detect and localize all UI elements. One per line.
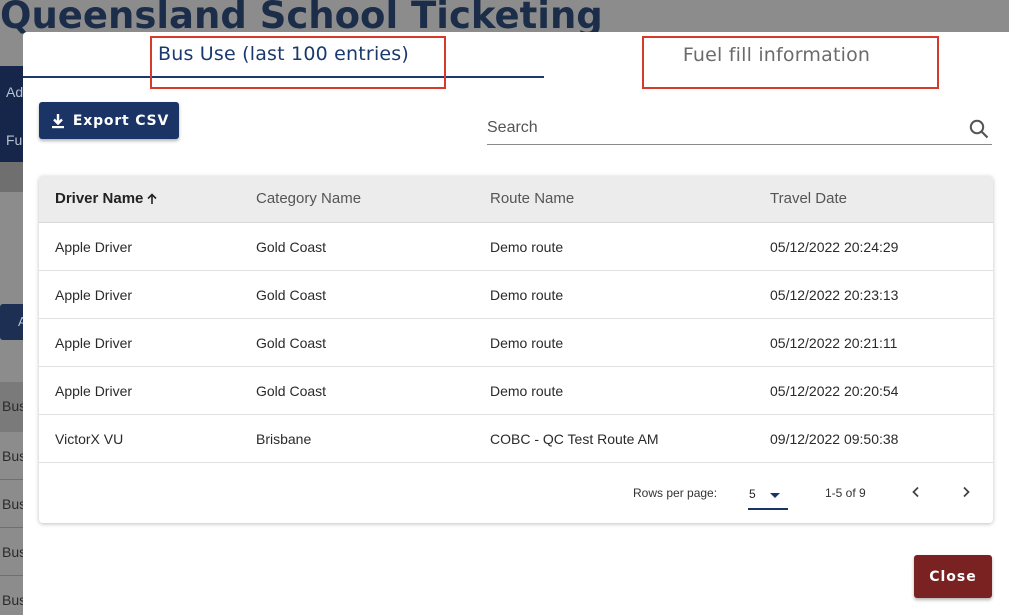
table-pagination: Rows per page: 5 1-5 of 9 (39, 464, 993, 523)
cell-category-name: Gold Coast (256, 335, 327, 351)
dialog-tabs: Bus Use (last 100 entries) Fuel fill inf… (23, 32, 1009, 80)
chevron-left-icon (912, 486, 919, 498)
cell-driver-name: Apple Driver (55, 383, 133, 399)
column-header-travel-date[interactable]: Travel Date (770, 190, 847, 207)
cell-driver-name: Apple Driver (55, 335, 133, 351)
chevron-right-icon (963, 486, 970, 498)
cell-travel-date: 05/12/2022 20:20:54 (770, 383, 899, 399)
search-field (487, 112, 992, 145)
tab-bus-use[interactable]: Bus Use (last 100 entries) (23, 32, 544, 78)
column-header-route-name[interactable]: Route Name (490, 190, 574, 207)
rows-per-page-label: Rows per page: (633, 486, 718, 500)
search-input[interactable] (487, 116, 957, 140)
cell-driver-name: Apple Driver (55, 287, 133, 303)
cell-travel-date: 05/12/2022 20:24:29 (770, 239, 899, 255)
next-page-button[interactable] (954, 480, 978, 504)
tab-fuel-fill[interactable]: Fuel fill information (544, 32, 1009, 78)
cell-travel-date: 09/12/2022 09:50:38 (770, 431, 899, 447)
cell-route-name: COBC - QC Test Route AM (490, 431, 659, 447)
nav-item: Ad (6, 84, 24, 100)
bus-use-table: Driver Name Category Name Route Name Tra… (39, 176, 993, 523)
cell-driver-name: VictorX VU (55, 431, 124, 447)
rows-per-page-value: 5 (749, 487, 756, 501)
cell-category-name: Gold Coast (256, 287, 327, 303)
cell-driver-name: Apple Driver (55, 239, 133, 255)
previous-page-button[interactable] (904, 480, 928, 504)
table-row[interactable]: Apple Driver Gold Coast Demo route 05/12… (39, 319, 993, 367)
table-row[interactable]: Apple Driver Gold Coast Demo route 05/12… (39, 223, 993, 271)
pagination-range: 1-5 of 9 (825, 486, 866, 500)
cell-route-name: Demo route (490, 287, 564, 303)
nav-item: Fu (6, 132, 23, 148)
arrow-up-icon (147, 192, 157, 204)
cell-route-name: Demo route (490, 239, 564, 255)
column-header-category-name[interactable]: Category Name (256, 190, 361, 207)
cell-travel-date: 05/12/2022 20:23:13 (770, 287, 899, 303)
export-csv-button[interactable]: Export CSV (39, 102, 179, 139)
table-row[interactable]: Apple Driver Gold Coast Demo route 05/12… (39, 271, 993, 319)
cell-category-name: Gold Coast (256, 239, 327, 255)
cell-category-name: Gold Coast (256, 383, 327, 399)
table-row[interactable]: Apple Driver Gold Coast Demo route 05/12… (39, 367, 993, 415)
column-header-driver-name[interactable]: Driver Name (55, 190, 159, 207)
cell-route-name: Demo route (490, 383, 564, 399)
bus-use-dialog: Bus Use (last 100 entries) Fuel fill inf… (23, 32, 1009, 615)
table-header: Driver Name Category Name Route Name Tra… (39, 176, 993, 223)
search-icon[interactable] (968, 118, 990, 140)
rows-per-page-select[interactable]: 5 (748, 478, 788, 510)
column-header-label: Driver Name (55, 190, 144, 207)
export-csv-label: Export CSV (72, 112, 170, 129)
cell-route-name: Demo route (490, 335, 564, 351)
close-button[interactable]: Close (914, 555, 992, 598)
cell-category-name: Brisbane (256, 431, 312, 447)
caret-down-icon (770, 493, 780, 498)
cell-travel-date: 05/12/2022 20:21:11 (770, 335, 898, 351)
download-icon (51, 113, 64, 128)
table-row[interactable]: VictorX VU Brisbane COBC - QC Test Route… (39, 415, 993, 463)
